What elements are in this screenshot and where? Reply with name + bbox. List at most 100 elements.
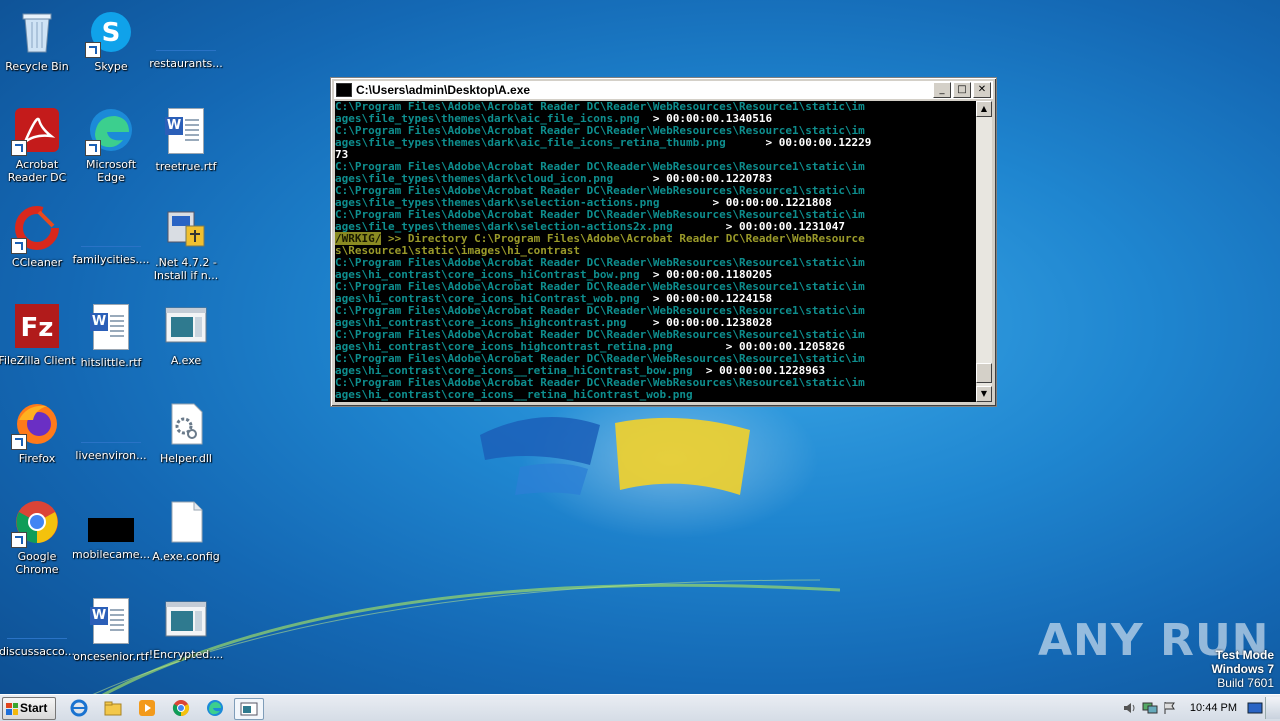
desktop-icon-acrobat[interactable]: Acrobat Reader DC [0, 106, 76, 184]
svg-text:Fz: Fz [21, 313, 54, 343]
scroll-down-arrow[interactable]: ▼ [976, 386, 992, 402]
build-line: Build 7601 [1217, 676, 1274, 690]
desktop-icon-hitslittle[interactable]: W hitslittle.rtf [72, 302, 150, 369]
desktop-icon-filezilla[interactable]: Fz FileZilla Client [0, 302, 76, 367]
windows-logo-wallpaper [480, 417, 750, 495]
console-text: ages\hi_contrast\core_icons__retina_hiCo… [335, 388, 693, 401]
start-label: Start [20, 701, 48, 715]
desktop-icon-label: treetrue.rtf [155, 160, 217, 173]
dll-gear-icon [162, 400, 210, 448]
edge-icon[interactable] [204, 698, 226, 718]
shortcut-arrow-icon [11, 238, 27, 254]
word-document-icon: W [87, 304, 135, 352]
explorer-icon[interactable] [102, 698, 124, 718]
desktop-icon-label: Skype [94, 60, 128, 73]
word-document-icon: W [87, 598, 135, 646]
console-text: ages\file_types\themes\dark\aic_file_ico… [335, 136, 766, 149]
console-window[interactable]: C:\Users\admin\Desktop\A.exe _ □ ✕ C:\Pr… [330, 77, 997, 407]
clock[interactable]: 10:44 PM [1190, 702, 1237, 714]
shortcut-arrow-icon [11, 434, 27, 450]
skype-icon: S [85, 8, 135, 58]
window-titlebar[interactable]: C:\Users\admin\Desktop\A.exe _ □ ✕ [334, 81, 993, 99]
desktop-icon-label: Microsoft Edge [85, 158, 137, 184]
close-button[interactable]: ✕ [973, 82, 991, 98]
desktop-icon-a-exe[interactable]: A.exe [147, 302, 225, 367]
console-task-icon[interactable] [234, 698, 264, 720]
speaker-icon[interactable] [1122, 701, 1138, 715]
console-output[interactable]: C:\Program Files\Adobe\Acrobat Reader DC… [335, 101, 977, 402]
desktop-icon-label: restaurants... [149, 57, 223, 70]
desktop-icon-helper-dll[interactable]: Helper.dll [147, 400, 225, 465]
desktop-icon-familycities[interactable]: familycities.... [72, 204, 150, 266]
word-document-icon: W [162, 108, 210, 156]
file-thumbnail [81, 422, 141, 443]
desktop-icon-firefox[interactable]: Firefox [0, 400, 76, 465]
os-name-line: Windows 7 [1211, 662, 1274, 676]
desktop-icon-label: familycities.... [72, 253, 150, 266]
blank-file-icon [162, 498, 210, 546]
desktop-icon-treetrue[interactable]: W treetrue.rtf [147, 106, 225, 173]
ie-icon[interactable] [68, 698, 90, 718]
console-line: ages\file_types\themes\dark\aic_file_ico… [335, 137, 977, 149]
desktop-icon-label: oncesenior.rtf [73, 650, 149, 663]
filezilla-icon: Fz [13, 302, 61, 350]
media-player-icon[interactable] [136, 698, 158, 718]
notification-icon[interactable] [1247, 701, 1263, 715]
window-title: C:\Users\admin\Desktop\A.exe [356, 83, 531, 97]
desktop-icon-oncesenior[interactable]: W oncesenior.rtf [72, 596, 150, 663]
desktop-icon-discussacco[interactable]: discussacco... [0, 596, 76, 658]
chrome-icon[interactable] [170, 698, 192, 718]
chrome-icon [11, 498, 61, 548]
installer-icon [162, 204, 210, 252]
desktop-icon-ccleaner[interactable]: CCleaner [0, 204, 76, 269]
shortcut-arrow-icon [85, 140, 101, 156]
console-text: > 00:00:00.12229 [765, 136, 872, 149]
desktop-icon-dotnet-installer[interactable]: .Net 4.7.2 - Install if n... [147, 204, 225, 282]
desktop-icon-restaurants[interactable]: restaurants... [147, 8, 225, 70]
ccleaner-icon [11, 204, 61, 254]
taskbar: Start 10:44 PM [0, 694, 1280, 721]
desktop-icon-label: Firefox [18, 452, 56, 465]
system-tray: 10:44 PM [1120, 695, 1280, 721]
scroll-thumb[interactable] [976, 363, 992, 383]
vertical-scrollbar[interactable]: ▲ ▼ [976, 101, 992, 402]
desktop-icon-label: discussacco... [0, 645, 76, 658]
desktop-icon-a-exe-config[interactable]: A.exe.config [147, 498, 225, 563]
network-icon[interactable] [1142, 701, 1158, 715]
edge-icon [85, 106, 135, 156]
desktop-icon-recycle-bin[interactable]: Recycle Bin [0, 8, 76, 73]
action-center-flag-icon[interactable] [1162, 701, 1178, 715]
show-desktop-button[interactable] [1265, 697, 1280, 719]
file-thumbnail [156, 30, 216, 51]
desktop-icon-label: Google Chrome [15, 550, 59, 576]
windows-logo-icon [6, 702, 18, 715]
scroll-up-arrow[interactable]: ▲ [976, 101, 992, 117]
desktop-icon-label: FileZilla Client [0, 354, 76, 367]
acrobat-icon [11, 106, 61, 156]
desktop-icon-label: mobilecame... [72, 548, 151, 561]
desktop-icon-label: Recycle Bin [5, 60, 69, 73]
application-window-icon [162, 596, 210, 644]
desktop-icon-label: A.exe [170, 354, 202, 367]
desktop-icon-liveenviron[interactable]: liveenviron... [72, 400, 150, 462]
desktop-icon-label: hitslittle.rtf [80, 356, 142, 369]
file-thumbnail [81, 226, 141, 247]
console-line: ages\hi_contrast\core_icons__retina_hiCo… [335, 389, 977, 401]
test-mode-line: Test Mode [1215, 648, 1274, 662]
minimize-button[interactable]: _ [933, 82, 951, 98]
shortcut-arrow-icon [85, 42, 101, 58]
firefox-icon [11, 400, 61, 450]
desktop-icon-encrypted[interactable]: !Encrypted.... [147, 596, 225, 661]
desktop-icon-skype[interactable]: S Skype [72, 8, 150, 73]
desktop-icon-label: Acrobat Reader DC [7, 158, 67, 184]
file-thumbnail [7, 618, 67, 639]
desktop-icon-label: A.exe.config [152, 550, 220, 563]
desktop-icon-mobilecame[interactable]: mobilecame... [72, 498, 150, 561]
desktop-icon-edge[interactable]: Microsoft Edge [72, 106, 150, 184]
maximize-button[interactable]: □ [953, 82, 971, 98]
recycle-bin-icon [13, 8, 61, 56]
svg-text:S: S [102, 18, 121, 48]
start-button[interactable]: Start [2, 697, 56, 720]
test-mode-label: Test Mode Windows 7 Build 7601 [1211, 648, 1274, 690]
desktop-icon-chrome[interactable]: Google Chrome [0, 498, 76, 576]
